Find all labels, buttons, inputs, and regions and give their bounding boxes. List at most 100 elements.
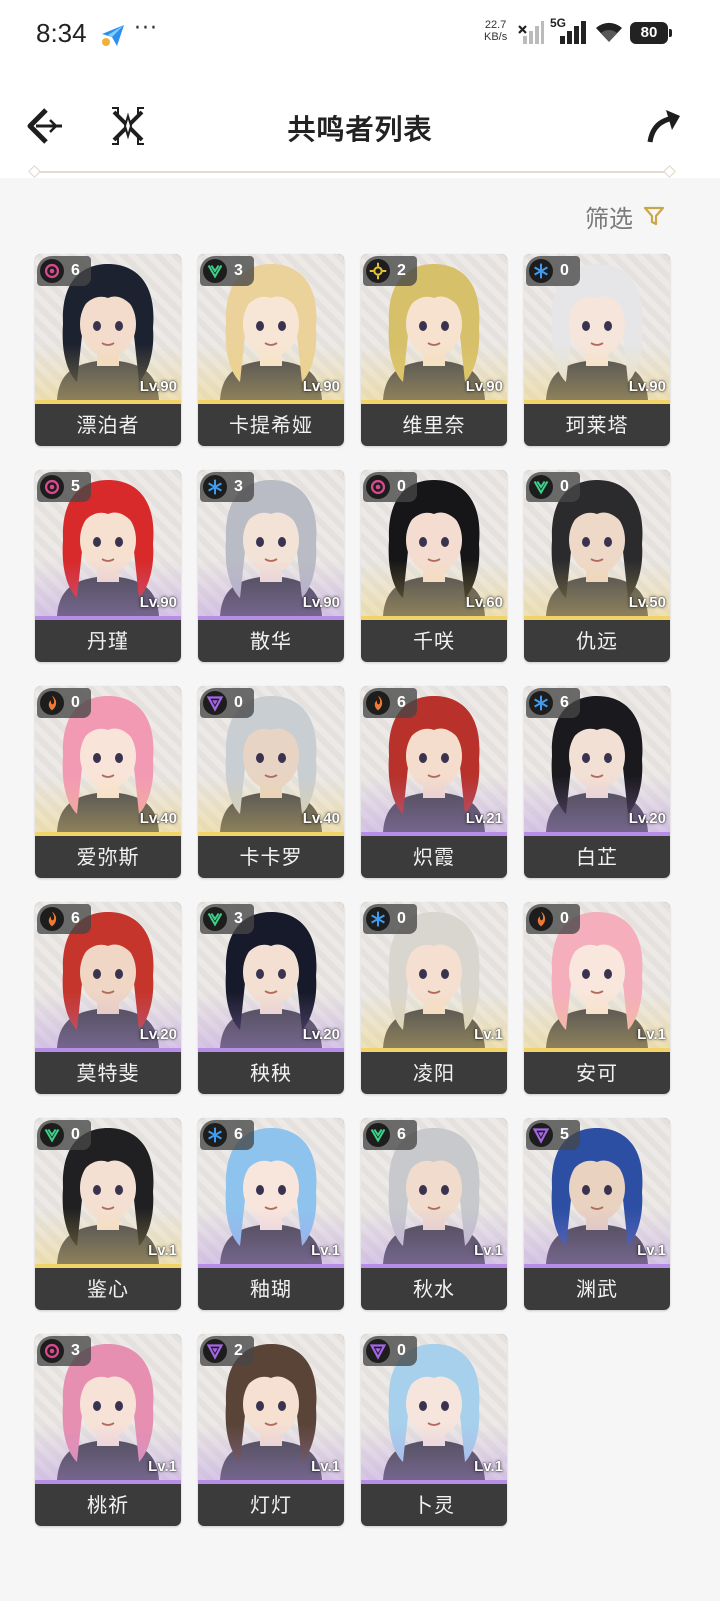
portrait-frame: 6 Lv.20 [524, 686, 670, 832]
resonator-name: 爱弥斯 [76, 845, 140, 869]
resonator-name: 鉴心 [87, 1277, 129, 1301]
resonator-name: 渊武 [576, 1277, 618, 1301]
resonator-card[interactable]: 3 Lv.90 散华 [198, 470, 344, 662]
element-glyph [532, 1128, 550, 1144]
resonance-chain-count: 0 [560, 478, 569, 495]
filter-button[interactable]: 筛选 [585, 200, 665, 233]
element-fusion-icon [40, 691, 64, 715]
resonance-chain-count: 0 [71, 1126, 80, 1143]
resonator-name: 桃祈 [87, 1493, 129, 1517]
resonator-card[interactable]: 3 Lv.1 桃祈 [35, 1334, 181, 1526]
resonator-card[interactable]: 0 Lv.1 凌阳 [361, 902, 507, 1094]
element-glacio-icon [203, 1123, 227, 1147]
element-glyph [48, 695, 57, 711]
resonator-card[interactable]: 0 Lv.60 千咲 [361, 470, 507, 662]
element-havoc-icon [40, 259, 64, 283]
resonance-chain-count: 6 [397, 694, 406, 711]
app-header: 共鸣者列表 [0, 70, 720, 178]
resonator-card[interactable]: 6 Lv.1 秋水 [361, 1118, 507, 1310]
more-notifications-icon: ··· [134, 16, 158, 41]
level-label: Lv.90 [302, 378, 340, 395]
funnel-icon [643, 206, 665, 226]
resonator-name: 安可 [576, 1061, 618, 1085]
element-aero-icon [203, 907, 227, 931]
level-label: Lv.21 [465, 810, 503, 827]
resonator-card[interactable]: 6 Lv.1 釉瑚 [198, 1118, 344, 1310]
element-glyph [44, 1128, 60, 1143]
element-glyph [369, 1344, 387, 1360]
share-arrow-icon[interactable] [642, 104, 686, 148]
resonator-card[interactable]: 6 Lv.20 莫特斐 [35, 902, 181, 1094]
resonator-card[interactable]: 6 Lv.21 炽霞 [361, 686, 507, 878]
resonator-card[interactable]: 0 Lv.50 仇远 [524, 470, 670, 662]
resonator-card[interactable]: 0 Lv.1 鉴心 [35, 1118, 181, 1310]
chain-badge: 0 [363, 1336, 417, 1366]
resonance-chain-count: 6 [71, 910, 80, 927]
resonance-chain-count: 0 [397, 910, 406, 927]
chain-badge: 0 [37, 688, 91, 718]
portrait-frame: 6 Lv.21 [361, 686, 507, 832]
resonator-card[interactable]: 0 Lv.40 卡卡罗 [198, 686, 344, 878]
chain-badge: 2 [363, 256, 417, 286]
level-label: Lv.1 [148, 1242, 177, 1259]
resonance-chain-count: 3 [71, 1342, 80, 1359]
resonator-card[interactable]: 0 Lv.1 卜灵 [361, 1334, 507, 1526]
element-electro-icon [203, 691, 227, 715]
element-glyph [371, 911, 385, 927]
resonance-chain-count: 0 [560, 910, 569, 927]
level-label: Lv.40 [139, 810, 177, 827]
battery-indicator: 80 [630, 22, 672, 44]
resonator-card[interactable]: 3 Lv.20 秧秧 [198, 902, 344, 1094]
page-title: 共鸣者列表 [287, 113, 433, 146]
resonator-card[interactable]: 6 Lv.90 漂泊者 [35, 254, 181, 446]
resonator-name: 灯灯 [250, 1493, 292, 1517]
resonance-chain-count: 5 [560, 1126, 569, 1143]
resonance-chain-count: 3 [234, 910, 243, 927]
element-glyph [48, 911, 57, 927]
chain-badge: 6 [363, 688, 417, 718]
resonator-card[interactable]: 0 Lv.1 安可 [524, 902, 670, 1094]
element-glacio-icon [366, 907, 390, 931]
level-label: Lv.1 [148, 1458, 177, 1475]
level-label: Lv.1 [637, 1026, 666, 1043]
portrait-frame: 6 Lv.20 [35, 902, 181, 1048]
chain-badge: 0 [200, 688, 254, 718]
resonance-chain-count: 3 [234, 478, 243, 495]
resonator-card[interactable]: 2 Lv.90 维里奈 [361, 254, 507, 446]
filter-label: 筛选 [585, 204, 633, 233]
network-speed: 22.7 KB/s [484, 19, 507, 43]
resonator-card[interactable]: 6 Lv.20 白芷 [524, 686, 670, 878]
level-label: Lv.90 [628, 378, 666, 395]
resonator-grid: 6 Lv.90 漂泊者 3 Lv.90 卡提希娅 2 Lv.90 维里奈 0 Lv.90 珂莱塔 5 Lv… [35, 254, 675, 1526]
element-glyph [44, 1343, 60, 1359]
resonance-chain-count: 0 [397, 478, 406, 495]
resonator-name: 卡卡罗 [239, 845, 303, 869]
resonance-chain-count: 2 [234, 1342, 243, 1359]
chain-badge: 0 [526, 472, 580, 502]
resonator-name: 珂莱塔 [565, 413, 629, 437]
resonator-card[interactable]: 2 Lv.1 灯灯 [198, 1334, 344, 1526]
chain-badge: 3 [37, 1336, 91, 1366]
resonator-card[interactable]: 3 Lv.90 卡提希娅 [198, 254, 344, 446]
portrait-frame: 3 Lv.90 [198, 470, 344, 616]
element-havoc-icon [40, 1339, 64, 1363]
resonator-card[interactable]: 5 Lv.90 丹瑾 [35, 470, 181, 662]
element-havoc-icon [40, 475, 64, 499]
resonator-card[interactable]: 0 Lv.90 珂莱塔 [524, 254, 670, 446]
chain-badge: 3 [200, 256, 254, 286]
resonator-card[interactable]: 0 Lv.40 爱弥斯 [35, 686, 181, 878]
resonator-name: 秋水 [413, 1277, 455, 1301]
element-glyph [370, 1128, 386, 1143]
element-glyph [44, 479, 60, 495]
element-fusion-icon [40, 907, 64, 931]
chain-badge: 0 [363, 472, 417, 502]
level-label: Lv.1 [474, 1026, 503, 1043]
resonator-name: 釉瑚 [250, 1277, 292, 1301]
portrait-frame: 0 Lv.50 [524, 470, 670, 616]
portrait-frame: 0 Lv.1 [361, 1334, 507, 1480]
level-label: Lv.1 [474, 1242, 503, 1259]
resonance-chain-count: 0 [234, 694, 243, 711]
element-glyph [208, 479, 222, 495]
resonator-card[interactable]: 5 Lv.1 渊武 [524, 1118, 670, 1310]
level-label: Lv.1 [311, 1242, 340, 1259]
